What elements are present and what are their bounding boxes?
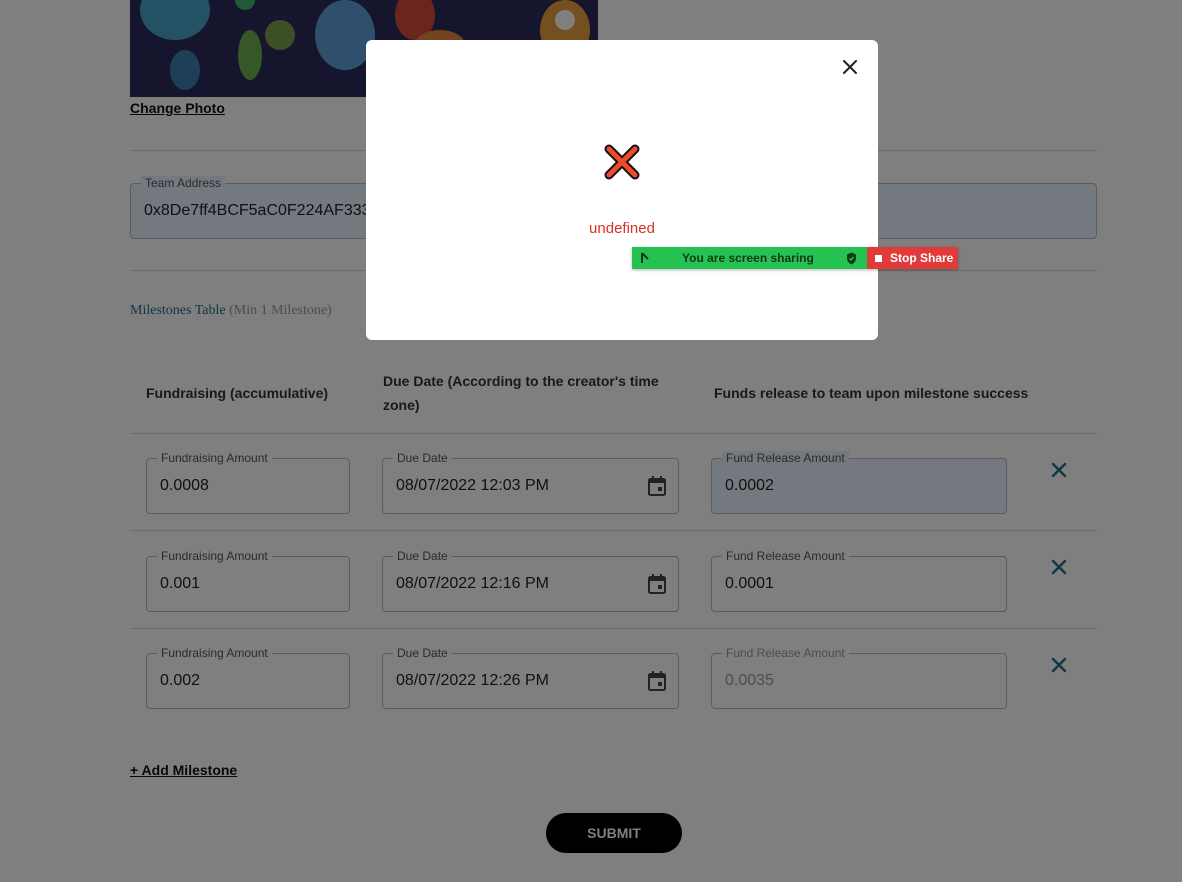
stop-icon	[875, 254, 882, 262]
drag-handle-icon[interactable]	[640, 252, 650, 264]
error-dialog: undefined	[366, 40, 878, 340]
error-x-icon	[604, 144, 640, 180]
error-message: undefined	[589, 220, 655, 237]
stop-share-button[interactable]: Stop Share	[867, 247, 958, 269]
screen-share-text: You are screen sharing	[682, 251, 814, 265]
stop-share-label: Stop Share	[890, 251, 954, 265]
shield-icon	[847, 252, 856, 265]
screen-share-bar: You are screen sharing Stop Share	[632, 247, 958, 269]
close-icon[interactable]	[839, 56, 861, 78]
screen-share-status[interactable]: You are screen sharing	[632, 247, 867, 269]
